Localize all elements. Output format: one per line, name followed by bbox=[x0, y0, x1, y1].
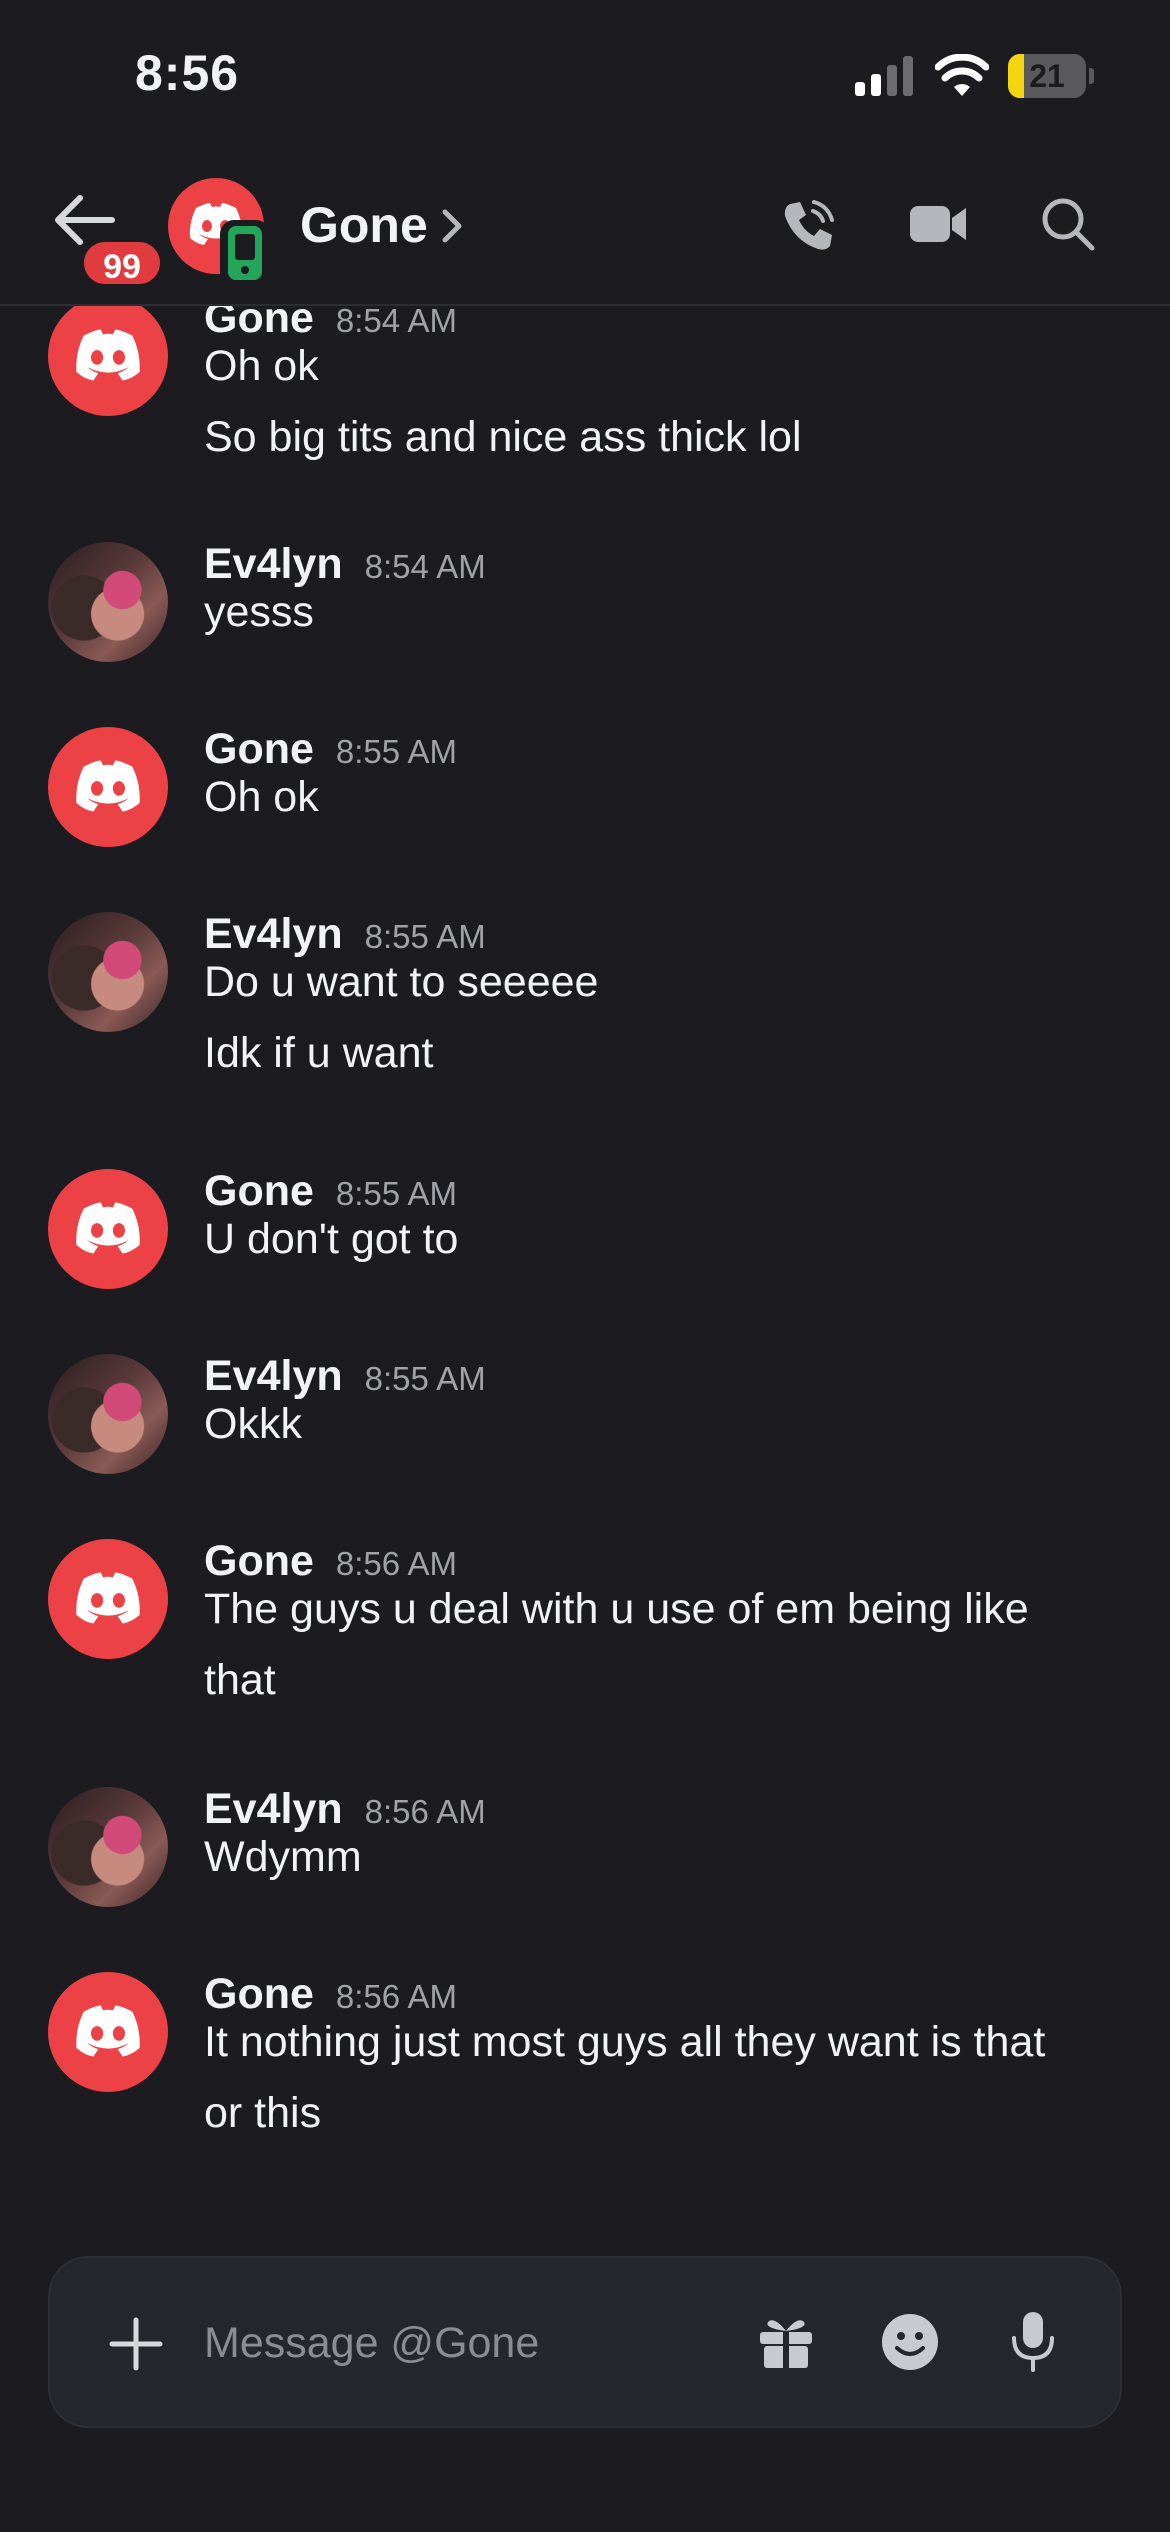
phone-icon[interactable] bbox=[780, 198, 836, 254]
message-text[interactable]: So big tits and nice ass thick lol bbox=[204, 406, 1124, 468]
message-input[interactable] bbox=[204, 2308, 724, 2378]
avatar[interactable] bbox=[48, 1354, 168, 1474]
message-timestamp: 8:56 AM bbox=[335, 1545, 457, 1582]
wifi-icon bbox=[935, 54, 989, 96]
cellular-signal-icon bbox=[855, 56, 913, 96]
search-icon[interactable] bbox=[1040, 196, 1096, 252]
message-timestamp: 8:54 AM bbox=[364, 548, 486, 585]
message-timestamp: 8:55 AM bbox=[364, 918, 486, 955]
battery-level: 21 bbox=[1029, 58, 1065, 94]
chevron-right-icon[interactable] bbox=[440, 208, 464, 244]
discord-logo-icon bbox=[76, 1572, 140, 1624]
gift-icon[interactable] bbox=[756, 2312, 816, 2372]
video-camera-icon[interactable] bbox=[910, 202, 968, 246]
message-timestamp: 8:56 AM bbox=[335, 1978, 457, 2015]
emoji-icon[interactable] bbox=[880, 2312, 940, 2372]
discord-logo-icon bbox=[76, 1202, 140, 1254]
message-text[interactable]: The guys u deal with u use of em being l… bbox=[204, 1578, 1124, 1640]
message-text[interactable]: Oh ok bbox=[204, 335, 1124, 397]
discord-logo-icon bbox=[76, 2005, 140, 2057]
message-composer bbox=[48, 2256, 1122, 2428]
chat-header: 99 Gone bbox=[0, 150, 1170, 306]
message-text[interactable]: that bbox=[204, 1649, 1124, 1711]
status-time: 8:56 bbox=[135, 45, 240, 101]
avatar[interactable] bbox=[48, 1972, 168, 2092]
discord-logo-icon bbox=[76, 329, 140, 381]
avatar[interactable] bbox=[48, 542, 168, 662]
message-text[interactable]: It nothing just most guys all they want … bbox=[204, 2011, 1124, 2073]
avatar[interactable] bbox=[48, 727, 168, 847]
avatar[interactable] bbox=[48, 1169, 168, 1289]
unread-badge: 99 bbox=[80, 238, 164, 288]
message-text[interactable]: Okkk bbox=[204, 1393, 1124, 1455]
message-list[interactable]: Gone 8:54 AM Oh ok So big tits and nice ass… bbox=[0, 306, 1170, 2216]
plus-icon[interactable] bbox=[108, 2316, 164, 2372]
message-text[interactable]: Wdymm bbox=[204, 1826, 1124, 1888]
battery-icon: 21 bbox=[1008, 54, 1094, 98]
avatar[interactable] bbox=[48, 1787, 168, 1907]
message-text[interactable]: U don't got to bbox=[204, 1208, 1124, 1270]
status-bar: 8:56 21 bbox=[0, 0, 1170, 150]
avatar[interactable] bbox=[48, 1539, 168, 1659]
message-text[interactable]: or this bbox=[204, 2082, 1124, 2144]
channel-title[interactable]: Gone bbox=[300, 196, 428, 254]
discord-logo-icon bbox=[76, 760, 140, 812]
message-text[interactable]: Oh ok bbox=[204, 766, 1124, 828]
message-text[interactable]: Do u want to seeeee bbox=[204, 951, 1124, 1013]
message-timestamp: 8:56 AM bbox=[364, 1793, 486, 1830]
message-text[interactable]: yesss bbox=[204, 581, 1124, 643]
avatar[interactable] bbox=[48, 306, 168, 416]
microphone-icon[interactable] bbox=[1008, 2310, 1058, 2374]
message-timestamp: 8:55 AM bbox=[364, 1360, 486, 1397]
avatar[interactable] bbox=[48, 912, 168, 1032]
message-timestamp: 8:55 AM bbox=[335, 733, 457, 770]
message-text[interactable]: Idk if u want bbox=[204, 1022, 1124, 1084]
message-timestamp: 8:55 AM bbox=[335, 1175, 457, 1212]
mobile-status-icon bbox=[220, 220, 270, 286]
